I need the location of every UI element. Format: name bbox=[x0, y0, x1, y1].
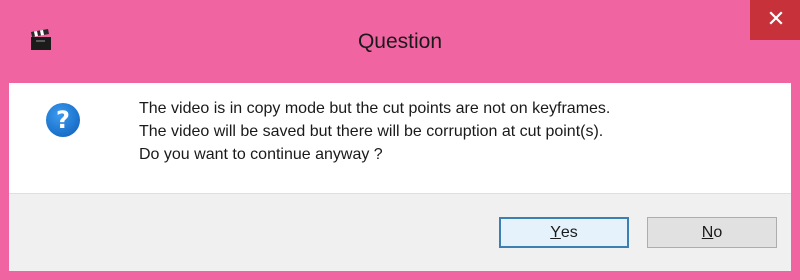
window-title: Question bbox=[357, 30, 443, 53]
close-icon bbox=[768, 10, 783, 30]
yes-label-rest: es bbox=[560, 223, 578, 241]
title-bar[interactable]: Question bbox=[0, 0, 800, 83]
close-button[interactable] bbox=[750, 0, 800, 40]
yes-mnemonic: Y bbox=[550, 223, 561, 241]
message-line: The video will be saved but there will b… bbox=[139, 123, 604, 140]
question-icon: ? bbox=[46, 103, 80, 137]
button-bar: Yes No bbox=[9, 193, 791, 271]
dialog-body: ? The video is in copy mode but the cut … bbox=[9, 83, 791, 271]
no-button[interactable]: No bbox=[647, 217, 777, 248]
message-text: The video is in copy mode but the cut po… bbox=[139, 97, 779, 166]
message-line: Do you want to continue anyway ? bbox=[139, 146, 383, 163]
no-label-rest: o bbox=[713, 223, 723, 241]
yes-button[interactable]: Yes bbox=[499, 217, 629, 248]
dialog-window: Question ? The video is in copy mode but… bbox=[0, 0, 800, 280]
message-line: The video is in copy mode but the cut po… bbox=[139, 100, 611, 117]
message-area: ? The video is in copy mode but the cut … bbox=[9, 83, 791, 193]
no-mnemonic: N bbox=[701, 223, 714, 241]
